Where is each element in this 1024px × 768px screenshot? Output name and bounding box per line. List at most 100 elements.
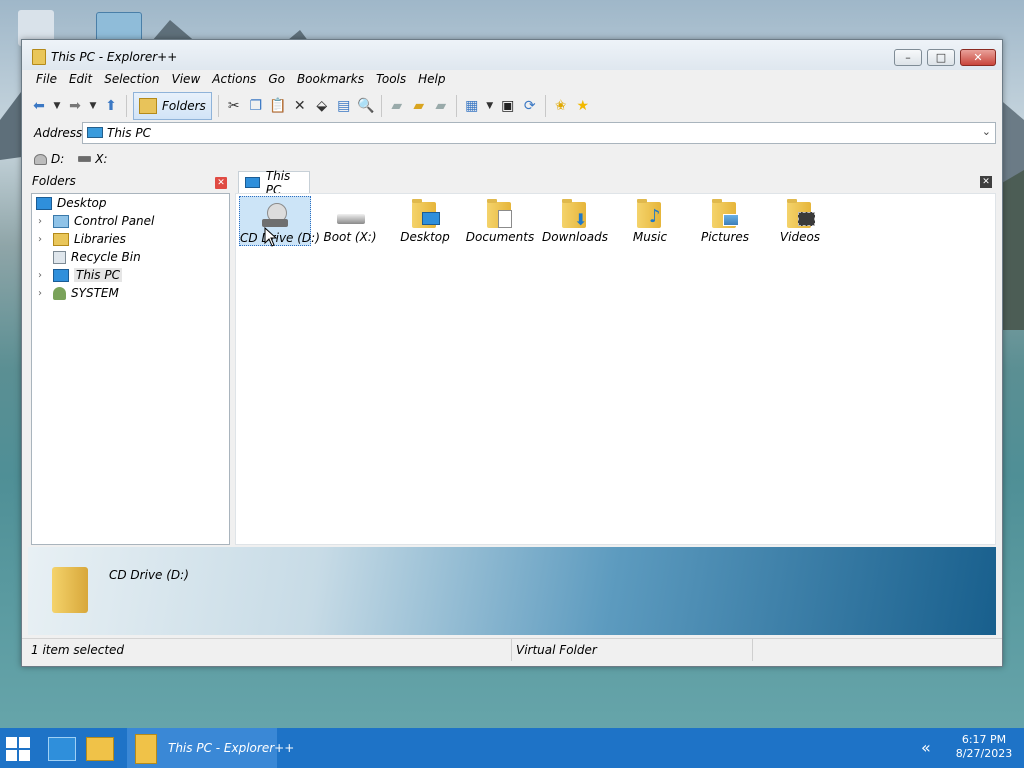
bookmarks-icon[interactable]: ★: [572, 95, 594, 117]
cd-drive-icon: [34, 153, 47, 165]
libraries-icon: [53, 232, 69, 246]
cut-icon[interactable]: ✂: [223, 95, 245, 117]
list-item-documents[interactable]: Documents: [464, 196, 536, 246]
item-label: Desktop: [400, 230, 450, 244]
tree-item-desktop[interactable]: Desktop: [36, 194, 107, 212]
folders-toggle-button[interactable]: Folders: [133, 92, 212, 120]
list-item-videos[interactable]: Videos: [764, 196, 836, 246]
list-item-desktop[interactable]: Desktop: [389, 196, 461, 246]
list-item-pictures[interactable]: Pictures: [689, 196, 761, 246]
menu-tools[interactable]: Tools: [370, 69, 412, 89]
list-item-boot[interactable]: Boot (X:): [314, 196, 386, 246]
new-folder-icon[interactable]: ▰: [408, 95, 430, 117]
close-folders-pane-icon[interactable]: ✕: [215, 177, 227, 189]
copy-to-folder-icon[interactable]: ▰: [386, 95, 408, 117]
downloads-folder-icon: ⬇: [562, 199, 588, 229]
explorer-app-icon: [32, 49, 46, 65]
drive-button-d[interactable]: D:: [34, 152, 64, 166]
item-label: Downloads: [542, 230, 608, 244]
up-arrow-icon[interactable]: ⬆: [100, 95, 122, 117]
pictures-folder-icon: [712, 199, 739, 228]
expand-icon[interactable]: ›: [38, 288, 48, 299]
copy-icon[interactable]: ❐: [245, 95, 267, 117]
menu-file[interactable]: File: [30, 69, 63, 89]
paste-icon[interactable]: 📋: [267, 95, 289, 117]
list-item-downloads[interactable]: ⬇ Downloads: [539, 196, 611, 246]
cd-drive-icon: [262, 203, 288, 229]
tree-item-system[interactable]: › SYSTEM: [38, 284, 119, 302]
menu-actions[interactable]: Actions: [206, 69, 262, 89]
user-icon: [53, 286, 66, 300]
system-clock[interactable]: 6:17 PM 8/27/2023: [950, 733, 1018, 761]
documents-folder-icon: [487, 199, 513, 228]
minimize-button[interactable]: –: [894, 49, 922, 66]
this-pc-icon: [53, 268, 69, 282]
taskbar: This PC - Explorer++ « 6:17 PM 8/27/2023: [0, 728, 1024, 768]
delete-icon[interactable]: ✕: [289, 95, 311, 117]
move-to-folder-icon[interactable]: ▰: [430, 95, 452, 117]
views-icon[interactable]: ▦: [461, 95, 483, 117]
add-bookmark-icon[interactable]: ✬: [550, 95, 572, 117]
maximize-button[interactable]: □: [927, 49, 955, 66]
list-item-music[interactable]: ♪ Music: [614, 196, 686, 246]
tree-item-libraries[interactable]: › Libraries: [38, 230, 126, 248]
back-history-dropdown-icon[interactable]: ▼: [50, 95, 64, 117]
tree-item-control-panel[interactable]: › Control Panel: [38, 212, 154, 230]
command-prompt-icon[interactable]: ▣: [497, 95, 519, 117]
menu-edit[interactable]: Edit: [63, 69, 98, 89]
tab-this-pc[interactable]: This PC: [238, 169, 310, 197]
windows-start-icon[interactable]: [6, 737, 30, 761]
menu-go[interactable]: Go: [262, 69, 291, 89]
explorer-window: This PC - Explorer++ – □ ✕ File Edit Sel…: [21, 39, 1003, 667]
expand-icon[interactable]: ›: [38, 270, 48, 281]
menu-view[interactable]: View: [166, 69, 207, 89]
toolbar-separator: [455, 95, 457, 117]
search-folder-icon[interactable]: 🔍: [355, 95, 377, 117]
tree-item-label: Desktop: [57, 196, 107, 210]
close-button[interactable]: ✕: [960, 49, 996, 66]
desktop-folder-icon: [412, 199, 440, 228]
tree-item-label: Control Panel: [74, 214, 155, 228]
status-divider: [752, 639, 753, 661]
chevron-down-icon[interactable]: ⌄: [982, 125, 991, 138]
this-pc-icon: [245, 177, 260, 188]
delete-permanently-icon[interactable]: ⬙: [311, 95, 333, 117]
preview-pane: CD Drive (D:): [28, 547, 996, 635]
views-dropdown-icon[interactable]: ▼: [483, 95, 497, 117]
refresh-icon[interactable]: ⟳: [519, 95, 541, 117]
address-value: This PC: [107, 126, 151, 140]
tree-item-recycle-bin[interactable]: Recycle Bin: [53, 248, 141, 266]
this-pc-taskbar-icon[interactable]: [48, 737, 76, 761]
tree-item-this-pc[interactable]: › This PC: [38, 266, 122, 284]
address-label: Address: [34, 126, 83, 140]
item-label: Videos: [779, 230, 821, 244]
properties-icon[interactable]: ▤: [333, 95, 355, 117]
menu-bookmarks[interactable]: Bookmarks: [291, 69, 370, 89]
drive-button-x[interactable]: X:: [78, 152, 108, 166]
back-arrow-icon[interactable]: ⬅: [28, 95, 50, 117]
status-selection: 1 item selected: [31, 643, 125, 657]
file-explorer-taskbar-icon[interactable]: [86, 737, 114, 761]
menu-bar: File Edit Selection View Actions Go Book…: [30, 69, 451, 89]
toolbar-separator: [380, 95, 382, 117]
close-tab-icon[interactable]: ✕: [980, 176, 992, 188]
forward-history-dropdown-icon[interactable]: ▼: [86, 95, 100, 117]
expand-icon[interactable]: ›: [38, 216, 48, 227]
forward-arrow-icon[interactable]: ➡: [64, 95, 86, 117]
title-bar[interactable]: This PC - Explorer++ – □ ✕: [22, 40, 1002, 70]
tree-item-label: This PC: [74, 268, 122, 282]
menu-help[interactable]: Help: [412, 69, 451, 89]
expand-icon[interactable]: ›: [38, 234, 48, 245]
window-title: This PC - Explorer++: [51, 50, 178, 64]
status-folder-type: Virtual Folder: [516, 643, 597, 657]
address-input[interactable]: This PC ⌄: [82, 122, 996, 144]
taskbar-app-label: This PC - Explorer++: [168, 741, 295, 755]
explorer-app-icon: [135, 734, 157, 764]
folders-tree-icon: [139, 98, 157, 114]
toolbar-separator: [544, 95, 546, 117]
folder-tree: Desktop › Control Panel › Libraries Recy…: [31, 193, 230, 545]
menu-selection[interactable]: Selection: [98, 69, 165, 89]
address-bar: Address This PC ⌄: [28, 122, 996, 146]
show-hidden-icons-icon[interactable]: «: [921, 738, 931, 757]
hard-drive-icon: [78, 156, 92, 162]
